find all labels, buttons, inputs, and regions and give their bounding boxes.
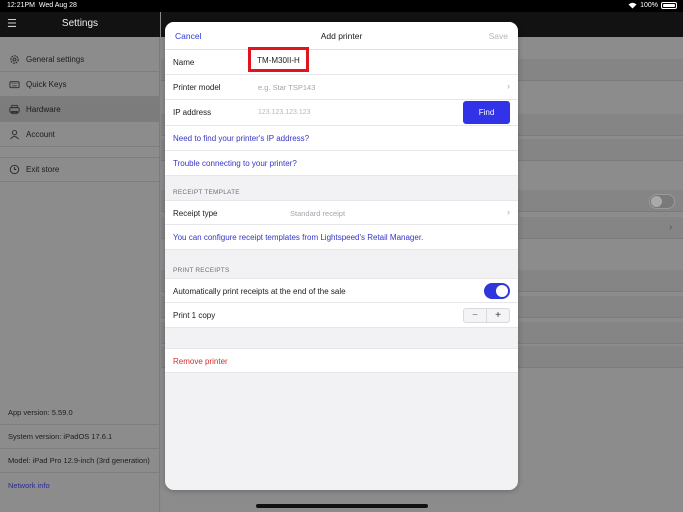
save-button[interactable]: Save <box>489 31 508 41</box>
battery-icon <box>661 2 677 9</box>
app-info: App version: 5.59.0 System version: iPad… <box>0 401 160 497</box>
remove-printer-row: Remove printer <box>165 348 518 373</box>
ip-address-label: IP address <box>173 108 212 117</box>
print-copies-row: Print 1 copy − + <box>165 303 518 328</box>
name-row: Name <box>165 50 518 75</box>
wifi-icon <box>628 2 637 9</box>
person-icon <box>8 128 20 140</box>
sidebar-item-label: Hardware <box>26 104 61 114</box>
retail-manager-link[interactable]: You can configure receipt templates from… <box>173 233 423 242</box>
sidebar-item-account[interactable]: Account <box>0 122 160 147</box>
trouble-connecting-link[interactable]: Trouble connecting to your printer? <box>173 159 297 168</box>
modal-header: Cancel Add printer Save <box>165 22 518 50</box>
background-toggle <box>649 194 675 209</box>
system-version: System version: iPadOS 17.6.1 <box>0 425 160 449</box>
receipt-type-label: Receipt type <box>173 209 218 218</box>
find-button[interactable]: Find <box>463 101 510 124</box>
status-right: 100% <box>628 2 677 9</box>
decrement-button[interactable]: − <box>464 309 487 322</box>
add-printer-modal: Cancel Add printer Save Name TM-M30II-H … <box>165 22 518 490</box>
name-label: Name <box>173 58 195 67</box>
chevron-right-icon: › <box>669 222 673 233</box>
exit-store-label: Exit store <box>26 165 60 174</box>
keyboard-icon <box>8 78 20 90</box>
exit-store-button[interactable]: Exit store <box>0 157 160 182</box>
printer-icon <box>8 103 20 115</box>
sidebar-title: Settings <box>61 18 99 29</box>
print-copies-label: Print 1 copy <box>173 311 216 320</box>
find-ip-help-link[interactable]: Need to find your printer's IP address? <box>173 134 309 143</box>
status-bar: 12:21PM Wed Aug 28 100% <box>0 0 683 12</box>
app-version: App version: 5.59.0 <box>0 401 160 425</box>
clock-icon <box>8 164 20 176</box>
sidebar-item-hardware[interactable]: Hardware <box>0 97 160 122</box>
modal-title: Add printer <box>320 31 363 41</box>
settings-sidebar: ☰ Settings General settings Quick Keys H… <box>0 0 160 512</box>
device-model: Model: iPad Pro 12.9-inch (3rd generatio… <box>0 449 160 473</box>
network-info-link[interactable]: Network info <box>0 473 160 497</box>
gear-icon <box>8 53 20 65</box>
sidebar-item-label: Quick Keys <box>26 79 67 89</box>
sidebar-item-label: General settings <box>26 54 85 64</box>
printer-model-placeholder: e.g. Star TSP143 <box>258 83 316 92</box>
status-date-text: Wed Aug 28 <box>38 2 77 9</box>
sidebar-item-label: Account <box>26 129 55 139</box>
receipt-template-section-title: RECEIPT TEMPLATE <box>173 189 240 196</box>
auto-print-label: Automatically print receipts at the end … <box>173 287 346 296</box>
print-receipts-section-title: PRINT RECEIPTS <box>173 267 230 274</box>
copies-stepper: − + <box>463 308 510 323</box>
receipt-template-link-row: You can configure receipt templates from… <box>165 225 518 250</box>
chevron-right-icon: › <box>507 81 510 91</box>
name-field[interactable]: TM-M30II-H <box>248 47 309 72</box>
auto-print-toggle[interactable] <box>484 283 510 299</box>
receipt-type-row[interactable]: Receipt type Standard receipt › <box>165 200 518 225</box>
sidebar-header: ☰ Settings <box>0 12 160 37</box>
status-time: 12:21PM Wed Aug 28 <box>7 2 77 9</box>
sidebar-menu: General settings Quick Keys Hardware Acc… <box>0 47 160 147</box>
remove-printer-button[interactable]: Remove printer <box>173 357 228 366</box>
help-ip-row: Need to find your printer's IP address? <box>165 126 518 151</box>
chevron-right-icon: › <box>507 207 510 217</box>
printer-model-row[interactable]: Printer model e.g. Star TSP143 › <box>165 75 518 100</box>
sidebar-item-quick-keys[interactable]: Quick Keys <box>0 72 160 97</box>
help-trouble-row: Trouble connecting to your printer? <box>165 151 518 176</box>
ip-address-input[interactable]: 123.123.123.123 <box>258 109 311 116</box>
name-value: TM-M30II-H <box>257 56 300 65</box>
printer-model-label: Printer model <box>173 83 221 92</box>
auto-print-row: Automatically print receipts at the end … <box>165 278 518 303</box>
sidebar-item-general-settings[interactable]: General settings <box>0 47 160 72</box>
receipt-type-value: Standard receipt <box>290 209 346 218</box>
home-indicator <box>256 504 428 508</box>
battery-percent: 100% <box>640 2 658 9</box>
increment-button[interactable]: + <box>487 309 509 322</box>
status-time-text: 12:21PM <box>7 2 36 9</box>
